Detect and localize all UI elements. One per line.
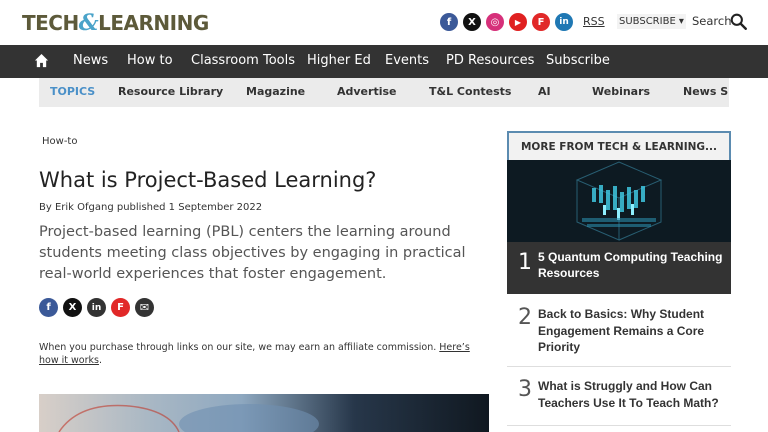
sidebar-item-title[interactable]: What is Struggly and How Can Teachers Us… [538, 378, 728, 411]
nav-item-subscribe[interactable]: Subscribe [546, 53, 610, 68]
hero-image [39, 394, 489, 432]
topic-webinars[interactable]: Webinars [592, 85, 650, 98]
quantum-chip-art [507, 160, 731, 242]
logo-ampersand: & [78, 10, 99, 36]
linkedin-icon[interactable]: in [555, 13, 573, 31]
nav-item-events[interactable]: Events [385, 53, 429, 68]
topic-news-sig[interactable]: News Sig [683, 85, 729, 98]
affiliate-end: . [98, 355, 102, 366]
sidebar-item-title[interactable]: Back to Basics: Why Student Engagement R… [538, 306, 728, 356]
facebook-share-icon[interactable]: f [39, 298, 58, 317]
nav-item-classroom-tools[interactable]: Classroom Tools [191, 53, 295, 68]
sidebar-divider [507, 366, 731, 367]
email-share-icon[interactable]: ✉ [135, 298, 154, 317]
topic-advertise[interactable]: Advertise [337, 85, 396, 98]
article-title: What is Project-Based Learning? [39, 168, 377, 192]
article-lede: Project-based learning (PBL) centers the… [39, 224, 466, 282]
social-links: f X ◎ ▶ F in [440, 13, 573, 31]
share-bar: f X in F ✉ [39, 298, 154, 317]
youtube-icon[interactable]: ▶ [509, 13, 527, 31]
nav-item-pd-resources[interactable]: PD Resources [446, 53, 534, 68]
rss-link[interactable]: RSS [583, 15, 605, 28]
main-nav: News How to Classroom Tools Higher Ed Ev… [0, 45, 768, 78]
sidebar-heading: MORE FROM TECH & LEARNING... [507, 131, 731, 160]
flipboard-icon[interactable]: F [532, 13, 550, 31]
linkedin-share-icon[interactable]: in [87, 298, 106, 317]
quantum-chip-image[interactable] [507, 160, 731, 242]
topic-ai[interactable]: AI [538, 85, 551, 98]
flipboard-share-icon[interactable]: F [111, 298, 130, 317]
subscribe-dropdown[interactable]: SUBSCRIBE ▾ [617, 14, 686, 29]
site-logo[interactable]: TECH&LEARNING [22, 10, 209, 36]
breadcrumb[interactable]: How-to [42, 136, 77, 147]
nav-item-how-to[interactable]: How to [127, 53, 173, 68]
topic-magazine[interactable]: Magazine [246, 85, 305, 98]
topic-resource-library[interactable]: Resource Library [118, 85, 223, 98]
article-byline: By Erik Ofgang published 1 September 202… [39, 202, 263, 213]
topic-tl-contests[interactable]: T&L Contests [429, 85, 511, 98]
facebook-icon[interactable]: f [440, 13, 458, 31]
x-share-icon[interactable]: X [63, 298, 82, 317]
affiliate-text: When you purchase through links on our s… [39, 342, 440, 353]
topics-label: TOPICS [50, 85, 96, 98]
sidebar-featured-number: 1 [518, 250, 532, 275]
site-header: TECH&LEARNING f X ◎ ▶ F in RSS SUBSCRIBE… [0, 0, 768, 45]
home-icon[interactable] [34, 53, 49, 68]
topics-bar: TOPICS Resource Library Magazine Adverti… [39, 78, 729, 107]
logo-text-right: LEARNING [98, 11, 209, 35]
nav-item-news[interactable]: News [73, 53, 108, 68]
sidebar-item-number: 2 [518, 305, 532, 330]
sidebar-item-number: 3 [518, 377, 532, 402]
instagram-icon[interactable]: ◎ [486, 13, 504, 31]
affiliate-disclosure: When you purchase through links on our s… [39, 341, 489, 367]
nav-item-higher-ed[interactable]: Higher Ed [307, 53, 371, 68]
hero-image-art [58, 404, 319, 432]
search-icon[interactable] [730, 13, 747, 30]
logo-text-left: TECH [22, 11, 79, 35]
sidebar-featured-title[interactable]: 5 Quantum Computing Teaching Resources [538, 249, 723, 281]
sidebar-featured-item[interactable]: 1 5 Quantum Computing Teaching Resources [507, 242, 731, 294]
sidebar-divider [507, 425, 731, 426]
x-icon[interactable]: X [463, 13, 481, 31]
search-label[interactable]: Search [692, 14, 732, 28]
